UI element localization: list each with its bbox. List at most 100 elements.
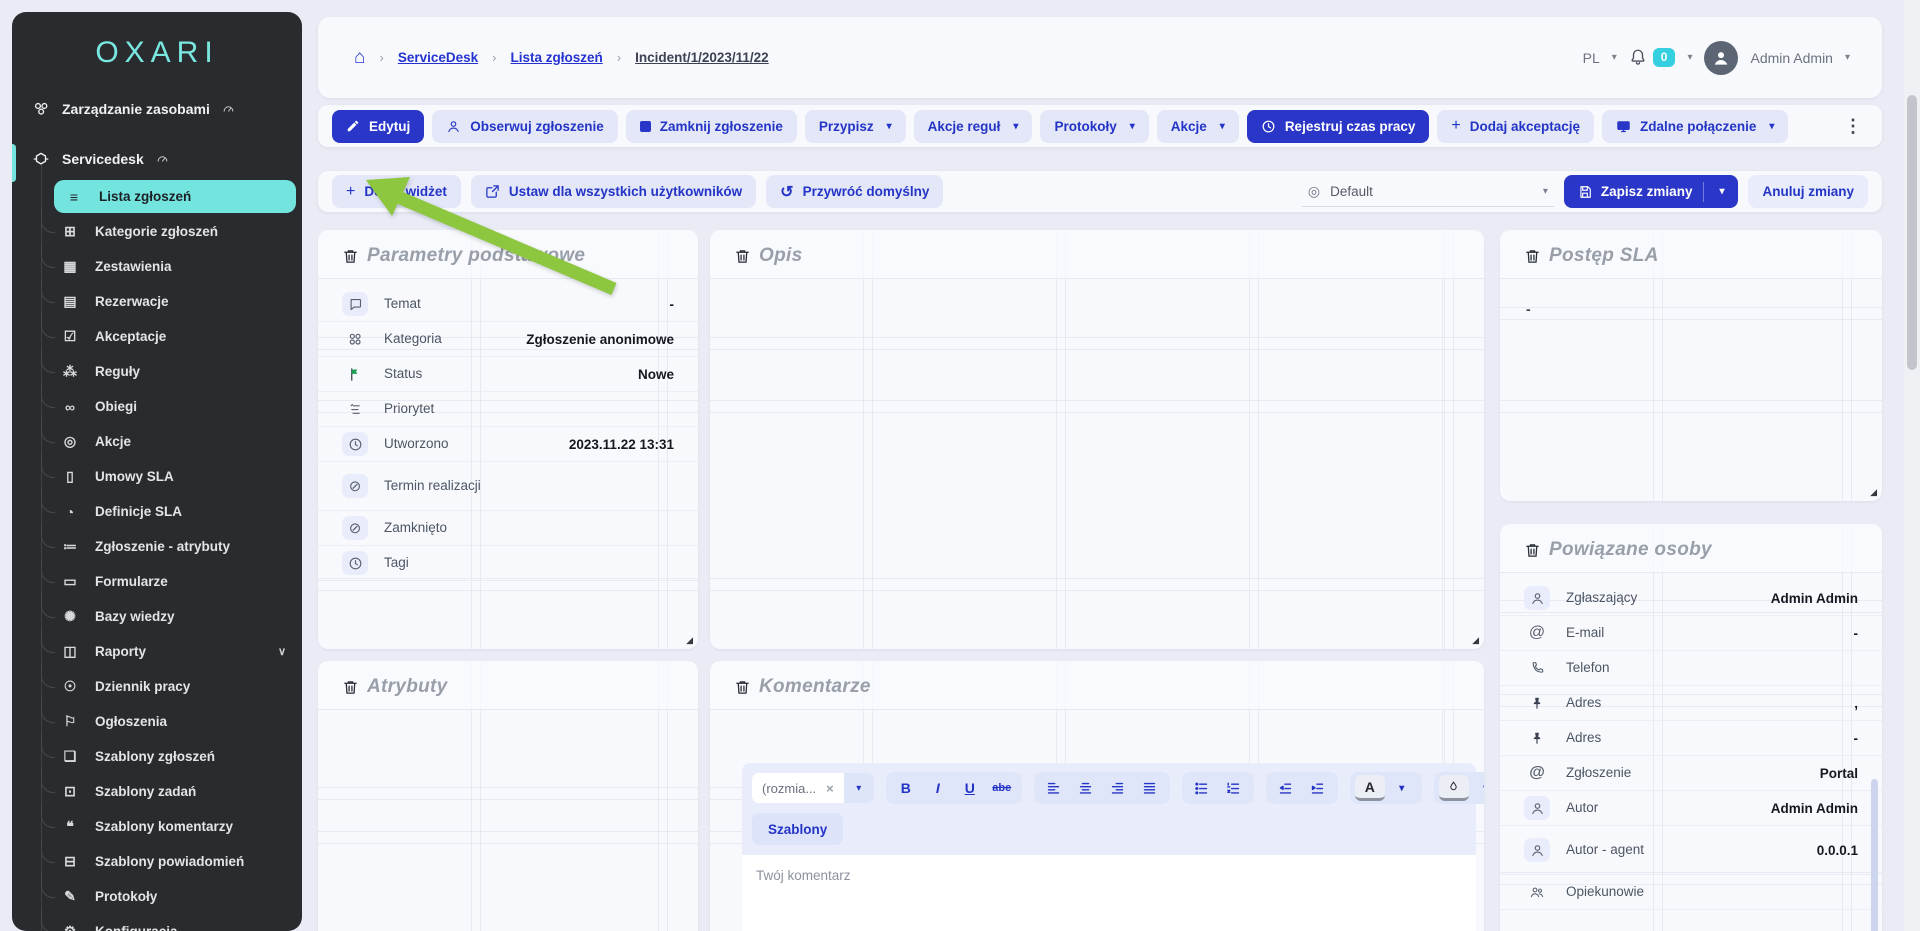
restore-default-button[interactable]: ↺Przywróć domyślny (766, 175, 943, 208)
outdent-button[interactable] (1271, 775, 1301, 801)
chevron-down-icon[interactable]: ▾ (1687, 52, 1692, 63)
align-center-button[interactable] (1071, 775, 1101, 801)
sidebar-item-reguly[interactable]: ⁂Reguły (12, 354, 302, 389)
chevron-down-icon[interactable]: ▾ (1387, 775, 1417, 801)
breadcrumb-incident[interactable]: Incident/1/2023/11/22 (635, 50, 769, 65)
panel-komentarze[interactable]: Komentarze (rozmia...× ▾ B I U abe (710, 661, 1484, 931)
font-size-select[interactable]: (rozmia...× ▾ (752, 773, 874, 803)
user-menu: PL ▾ 0 ▾ Admin Admin ▾ (1583, 41, 1850, 75)
sidebar-item-szablony-komentarzy[interactable]: ❝Szablony komentarzy (12, 809, 302, 844)
breadcrumb-lista-zgloszen[interactable]: Lista zgłoszeń (511, 50, 603, 65)
page-scrollbar-thumb[interactable] (1907, 95, 1917, 370)
sidebar-item-protokoly[interactable]: ✎Protokoły (12, 879, 302, 914)
avatar[interactable] (1704, 41, 1738, 75)
priority-icon (342, 397, 368, 421)
chevron-down-icon[interactable]: ▾ (1471, 775, 1484, 801)
panel-opis[interactable]: Opis ◢ (710, 230, 1484, 649)
sidebar-item-raporty[interactable]: ◫Raporty∨ (12, 634, 302, 669)
more-options-kebab-icon[interactable]: ⋮ (1838, 116, 1868, 137)
sidebar-item-szablony-zgloszen[interactable]: ❏Szablony zgłoszeń (12, 739, 302, 774)
sidebar-item-definicje-sla[interactable]: ◔Definicje SLA (12, 494, 302, 529)
sidebar-item-dziennik-pracy[interactable]: ☉Dziennik pracy (12, 669, 302, 704)
font-color-button[interactable]: A (1355, 775, 1385, 801)
delete-widget-trash-icon[interactable] (1524, 542, 1541, 559)
set-for-all-users-button[interactable]: Ustaw dla wszystkich użytkowników (471, 175, 756, 208)
panel-parametry-podstawowe[interactable]: Parametry podstawowe Temat- KategoriaZgł… (318, 230, 698, 649)
panel-scrollbar[interactable] (1871, 779, 1878, 931)
delete-widget-trash-icon[interactable] (734, 679, 751, 696)
sidebar-item-formularze[interactable]: ▭Formularze (12, 564, 302, 599)
home-icon[interactable]: ⌂ (354, 48, 365, 67)
register-time-button[interactable]: Rejestruj czas pracy (1247, 110, 1430, 143)
chevron-down-icon[interactable]: ▾ (1845, 52, 1850, 63)
delete-widget-trash-icon[interactable] (342, 679, 359, 696)
clear-icon[interactable]: × (826, 781, 834, 796)
dashboard-view-select[interactable]: ◎ Default ▾ (1302, 177, 1554, 207)
breadcrumb-servicedesk[interactable]: ServiceDesk (398, 50, 478, 65)
protocols-dropdown-button[interactable]: Protokoły▾ (1040, 110, 1148, 143)
panel-powiazane-osoby[interactable]: Powiązane osoby ZgłaszającyAdmin Admin @… (1500, 524, 1882, 931)
sidebar-item-zestawienia[interactable]: ▦Zestawienia (12, 249, 302, 284)
align-left-button[interactable] (1039, 775, 1069, 801)
add-acceptance-button[interactable]: +Dodaj akceptację (1437, 110, 1594, 143)
sidebar-item-akceptacje[interactable]: ☑Akceptacje (12, 319, 302, 354)
chevron-down-icon[interactable]: ▾ (1719, 186, 1724, 197)
remote-connection-dropdown-button[interactable]: Zdalne połączenie▾ (1602, 110, 1788, 143)
justify-button[interactable] (1135, 775, 1165, 801)
sidebar-item-rezerwacje[interactable]: ▤Rezerwacje (12, 284, 302, 319)
underline-button[interactable]: U (955, 775, 985, 801)
sidebar-item-obiegi[interactable]: ∞Obiegi (12, 389, 302, 424)
widget-toolbar: +Dodaj widżet Ustaw dla wszystkich użytk… (318, 171, 1882, 212)
sidebar-item-label: Szablony komentarzy (95, 819, 233, 834)
cancel-changes-button[interactable]: Anuluj zmiany (1748, 175, 1868, 208)
edit-button[interactable]: Edytuj (332, 110, 424, 143)
highlight-color-button[interactable] (1439, 775, 1469, 801)
comment-editor: (rozmia...× ▾ B I U abe (742, 763, 1476, 931)
italic-button[interactable]: I (923, 775, 953, 801)
delete-widget-trash-icon[interactable] (342, 248, 359, 265)
rule-actions-dropdown-button[interactable]: Akcje reguł▾ (914, 110, 1033, 143)
close-ticket-button[interactable]: Zamknij zgłoszenie (626, 110, 797, 143)
sidebar-section-zarzadzanie-zasobami[interactable]: Zarządzanie zasobami (32, 100, 235, 118)
plus-icon: + (1451, 117, 1460, 135)
chevron-down-icon[interactable]: ▾ (1612, 52, 1617, 63)
sidebar-item-lista-zgloszen[interactable]: ≡Lista zgłoszeń (54, 180, 296, 213)
observe-ticket-button[interactable]: Obserwuj zgłoszenie (432, 110, 618, 143)
delete-widget-trash-icon[interactable] (734, 248, 751, 265)
actions-dropdown-button[interactable]: Akcje▾ (1157, 110, 1239, 143)
notifications[interactable]: 0 (1629, 48, 1676, 66)
sidebar-item-zgloszenie-atrybuty[interactable]: ≔Zgłoszenie - atrybuty (12, 529, 302, 564)
templates-button[interactable]: Szablony (752, 813, 843, 845)
sidebar-item-szablony-powiadomien[interactable]: ⊟Szablony powiadomień (12, 844, 302, 879)
align-right-button[interactable] (1103, 775, 1133, 801)
numbered-list-button[interactable] (1219, 775, 1249, 801)
panel-postep-sla[interactable]: Postęp SLA - ◢ (1500, 230, 1882, 501)
resize-handle[interactable]: ◢ (1472, 635, 1479, 646)
sidebar-item-umowy-sla[interactable]: ▯Umowy SLA (12, 459, 302, 494)
sidebar-item-konfiguracja[interactable]: ⚙Konfiguracja (12, 914, 302, 931)
user-name[interactable]: Admin Admin (1750, 50, 1832, 66)
sidebar-item-bazy-wiedzy[interactable]: ✺Bazy wiedzy (12, 599, 302, 634)
panel-atrybuty[interactable]: Atrybuty (318, 661, 698, 931)
comment-input[interactable]: Twój komentarz (742, 855, 1476, 931)
delete-widget-trash-icon[interactable] (1524, 248, 1541, 265)
sidebar-item-akcje[interactable]: ◎Akcje (12, 424, 302, 459)
sidebar-item-kategorie-zgloszen[interactable]: ⊞Kategorie zgłoszeń (12, 214, 302, 249)
language-selector[interactable]: PL (1583, 50, 1600, 66)
resize-handle[interactable]: ◢ (1870, 487, 1877, 498)
sidebar-section-servicedesk[interactable]: Servicedesk (32, 150, 169, 168)
bold-button[interactable]: B (891, 775, 921, 801)
register-time-label: Rejestruj czas pracy (1285, 119, 1416, 134)
sidebar-item-ogloszenia[interactable]: ⚐Ogłoszenia (12, 704, 302, 739)
resize-handle[interactable]: ◢ (686, 635, 693, 646)
chevron-down-icon[interactable]: ▾ (844, 773, 874, 803)
strikethrough-button[interactable]: abe (987, 775, 1017, 801)
indent-button[interactable] (1303, 775, 1333, 801)
sidebar-item-szablony-zadan[interactable]: ⊡Szablony zadań (12, 774, 302, 809)
add-widget-button[interactable]: +Dodaj widżet (332, 175, 461, 208)
edit-label: Edytuj (369, 119, 410, 134)
assign-dropdown-button[interactable]: Przypisz▾ (805, 110, 906, 143)
save-changes-button[interactable]: Zapisz zmiany▾ (1564, 175, 1739, 208)
page-scrollbar-track[interactable] (1904, 0, 1920, 931)
bullet-list-button[interactable] (1187, 775, 1217, 801)
